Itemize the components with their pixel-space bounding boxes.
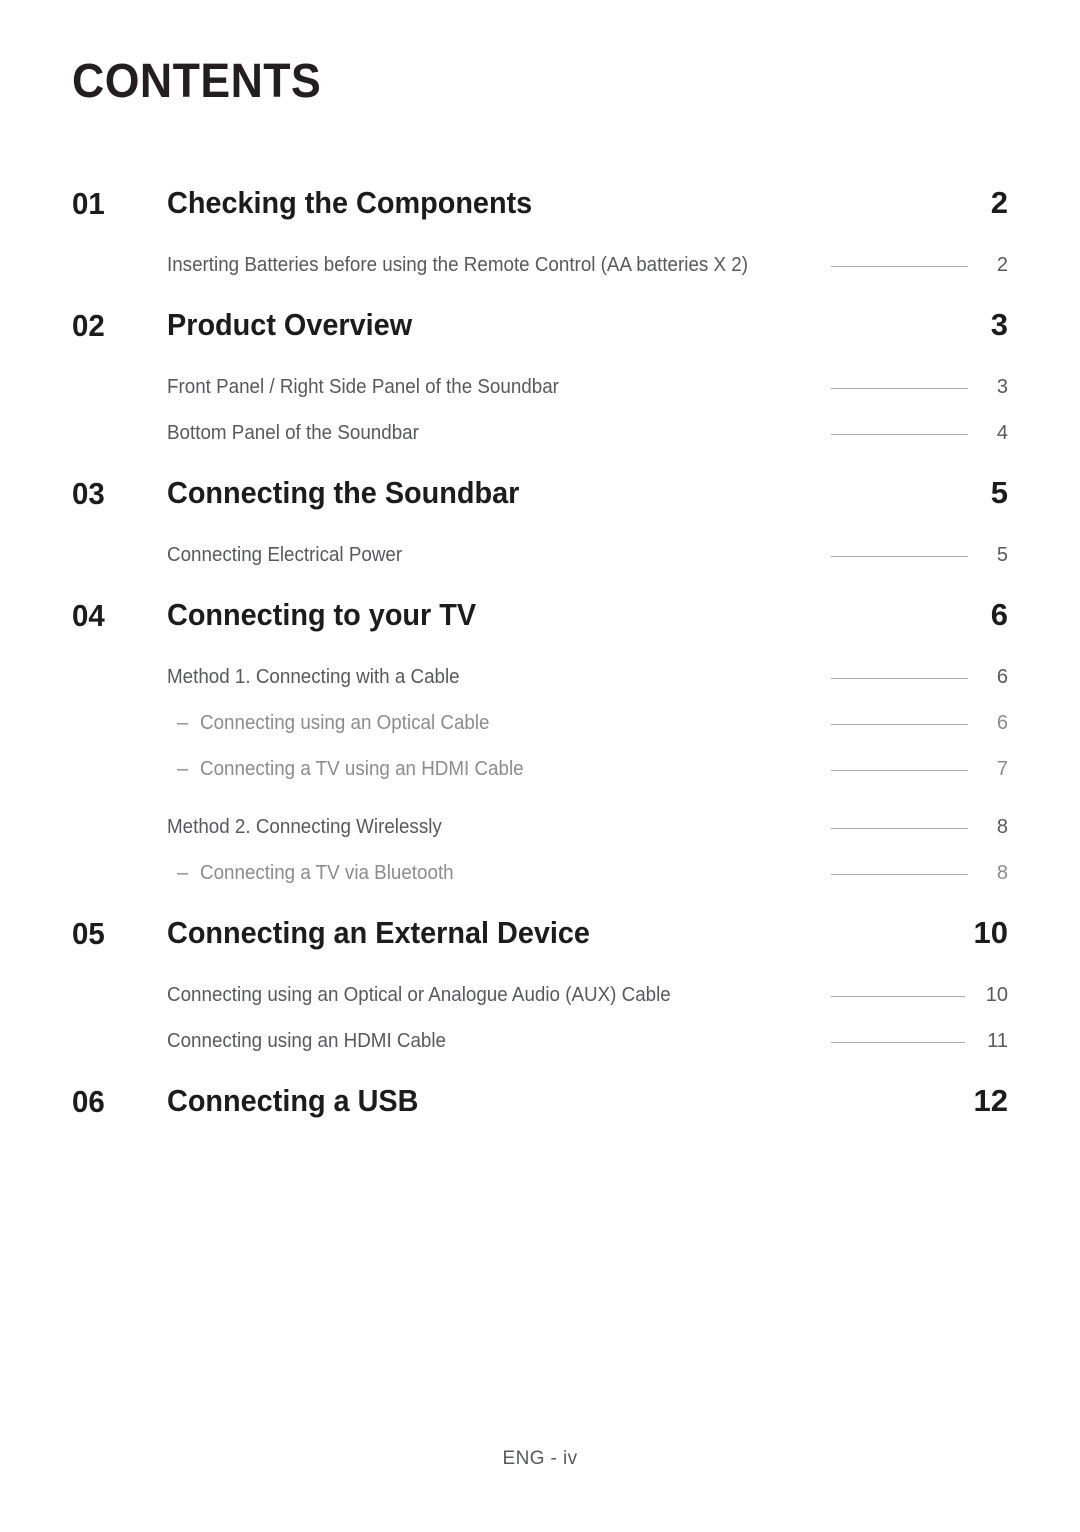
toc-leader-line — [831, 266, 968, 267]
toc-entry-page-number: 8 — [996, 816, 1008, 838]
dash-bullet-icon: – — [177, 712, 189, 734]
toc-section-row[interactable]: 04 Connecting to your TV 6 — [0, 580, 1080, 656]
toc-entry-page-number: 3 — [996, 376, 1008, 398]
toc-section-number: 03 — [72, 476, 105, 511]
toc-entry-label: Inserting Batteries before using the Rem… — [167, 254, 749, 276]
toc-entry-label: Method 2. Connecting Wirelessly — [167, 816, 442, 838]
toc-entry-page-number: 2 — [996, 254, 1008, 276]
toc-entry-label: Connecting using an HDMI Cable — [167, 1030, 447, 1052]
toc-subentry-row[interactable]: – Connecting a TV via Bluetooth 8 — [0, 852, 1080, 898]
toc-entry-page-number: 10 — [985, 984, 1008, 1006]
table-of-contents: 01 Checking the Components 2 Inserting Batt… — [0, 168, 1080, 1142]
toc-entry-label: Connecting using an Optical Cable — [200, 712, 490, 734]
toc-entry-row[interactable]: Method 1. Connecting with a Cable 6 — [0, 656, 1080, 702]
toc-section-row[interactable]: 05 Connecting an External Device 10 — [0, 898, 1080, 974]
toc-entry-label: Connecting a TV using an HDMI Cable — [200, 758, 524, 780]
toc-entry-page-number: 11 — [987, 1030, 1008, 1052]
toc-leader-line — [831, 724, 968, 725]
toc-section-page-number: 3 — [990, 307, 1008, 342]
toc-section-page-number: 12 — [973, 1083, 1008, 1118]
toc-entry-label: Connecting Electrical Power — [167, 544, 403, 566]
toc-leader-line — [831, 828, 968, 829]
toc-leader-line — [831, 388, 968, 389]
toc-section-number: 01 — [72, 186, 105, 221]
toc-section-title: Connecting an External Device — [167, 915, 590, 950]
toc-leader-line — [831, 1042, 965, 1043]
toc-entry-page-number: 8 — [996, 862, 1008, 884]
toc-entry-label: Bottom Panel of the Soundbar — [167, 422, 419, 444]
toc-entry-row[interactable]: Inserting Batteries before using the Rem… — [0, 244, 1080, 290]
toc-entry-row[interactable]: Connecting Electrical Power 5 — [0, 534, 1080, 580]
page-title: CONTENTS — [72, 55, 322, 108]
toc-leader-line — [831, 678, 968, 679]
toc-section-row[interactable]: 03 Connecting the Soundbar 5 — [0, 458, 1080, 534]
toc-entry-page-number: 6 — [996, 712, 1008, 734]
toc-entry-page-number: 5 — [996, 544, 1008, 566]
dash-bullet-icon: – — [177, 862, 189, 884]
toc-section-title: Connecting a USB — [167, 1083, 419, 1118]
toc-section-number: 02 — [72, 308, 105, 343]
toc-entry-label: Front Panel / Right Side Panel of the So… — [167, 376, 559, 398]
toc-entry-page-number: 7 — [996, 758, 1008, 780]
page-footer: ENG - iv — [502, 1448, 578, 1469]
toc-subentry-row[interactable]: – Connecting using an Optical Cable 6 — [0, 702, 1080, 748]
toc-section-page-number: 10 — [973, 915, 1008, 950]
toc-section-title: Connecting the Soundbar — [167, 475, 520, 510]
toc-section-title: Product Overview — [167, 307, 413, 342]
toc-entry-row[interactable]: Connecting using an Optical or Analogue … — [0, 974, 1080, 1020]
toc-section-number: 04 — [72, 598, 105, 633]
toc-entry-label: Connecting a TV via Bluetooth — [200, 862, 454, 884]
toc-entry-page-number: 4 — [996, 422, 1008, 444]
toc-section-number: 05 — [72, 916, 105, 951]
toc-entry-label: Connecting using an Optical or Analogue … — [167, 984, 671, 1006]
toc-section-row[interactable]: 06 Connecting a USB 12 — [0, 1066, 1080, 1142]
toc-entry-row[interactable]: Front Panel / Right Side Panel of the So… — [0, 366, 1080, 412]
toc-section-page-number: 6 — [990, 597, 1008, 632]
toc-entry-row[interactable]: Connecting using an HDMI Cable 11 — [0, 1020, 1080, 1066]
toc-section-page-number: 2 — [990, 185, 1008, 220]
toc-section-title: Checking the Components — [167, 185, 533, 220]
document-page: CONTENTS 01 Checking the Components 2 Inser… — [0, 0, 1080, 1532]
toc-leader-line — [831, 556, 968, 557]
toc-entry-page-number: 6 — [996, 666, 1008, 688]
toc-entry-row[interactable]: Method 2. Connecting Wirelessly 8 — [0, 806, 1080, 852]
toc-section-row[interactable]: 01 Checking the Components 2 — [0, 168, 1080, 244]
toc-entry-row[interactable]: Bottom Panel of the Soundbar 4 — [0, 412, 1080, 458]
toc-entry-label: Method 1. Connecting with a Cable — [167, 666, 460, 688]
toc-section-page-number: 5 — [990, 475, 1008, 510]
toc-leader-line — [831, 434, 968, 435]
toc-section-number: 06 — [72, 1084, 105, 1119]
toc-leader-line — [831, 770, 968, 771]
toc-subentry-row[interactable]: – Connecting a TV using an HDMI Cable 7 — [0, 748, 1080, 794]
toc-section-title: Connecting to your TV — [167, 597, 477, 632]
toc-leader-line — [831, 996, 965, 997]
toc-leader-line — [831, 874, 968, 875]
toc-section-row[interactable]: 02 Product Overview 3 — [0, 290, 1080, 366]
dash-bullet-icon: – — [177, 758, 189, 780]
